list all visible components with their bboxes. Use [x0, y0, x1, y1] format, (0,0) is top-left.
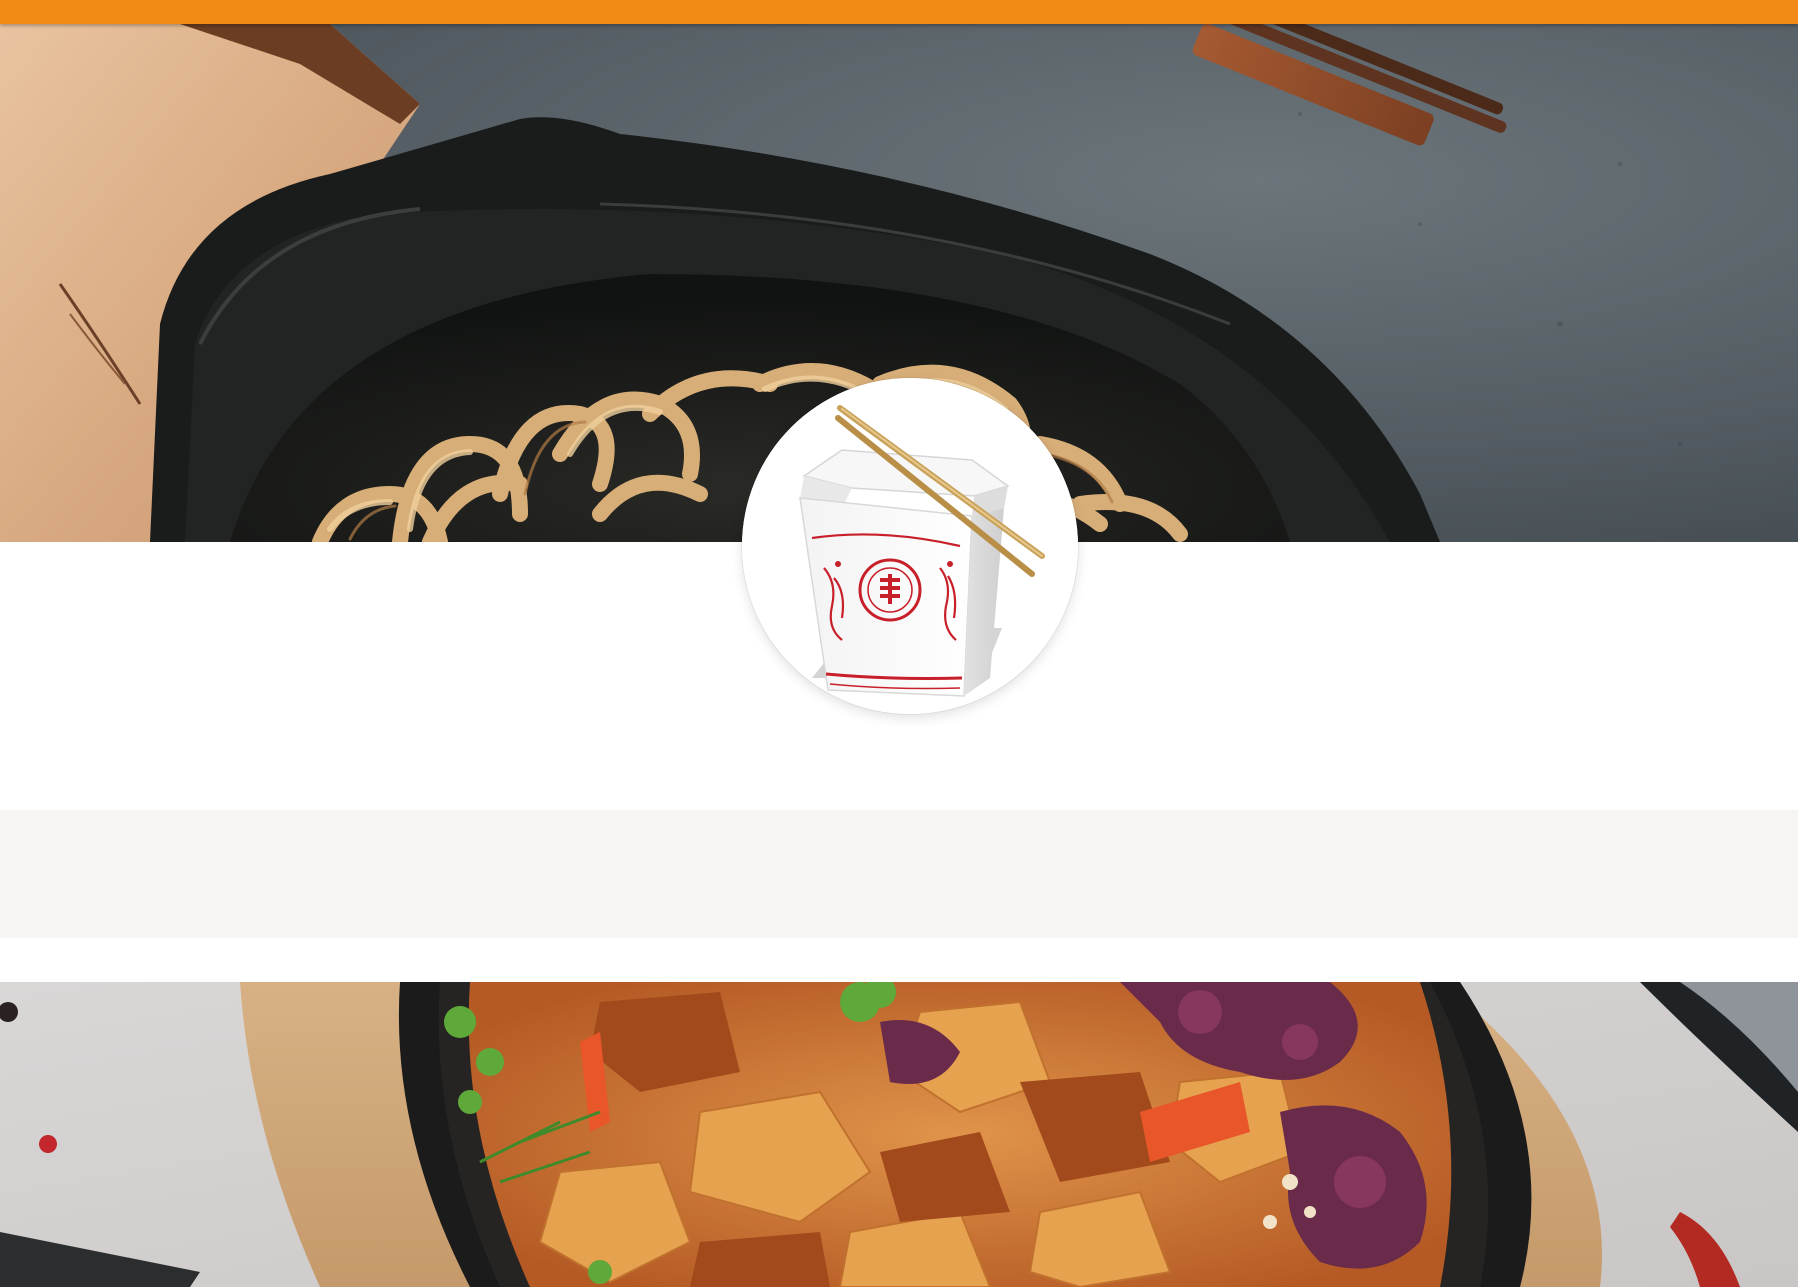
cream-divider-band — [0, 810, 1798, 938]
lower-dish-image — [0, 982, 1798, 1287]
white-spacer — [0, 938, 1798, 982]
page — [0, 0, 1798, 1287]
braised-dish-photo — [0, 982, 1798, 1287]
top-accent-bar — [0, 0, 1798, 24]
logo[interactable] — [742, 378, 1078, 714]
takeout-box-icon — [742, 378, 1078, 714]
